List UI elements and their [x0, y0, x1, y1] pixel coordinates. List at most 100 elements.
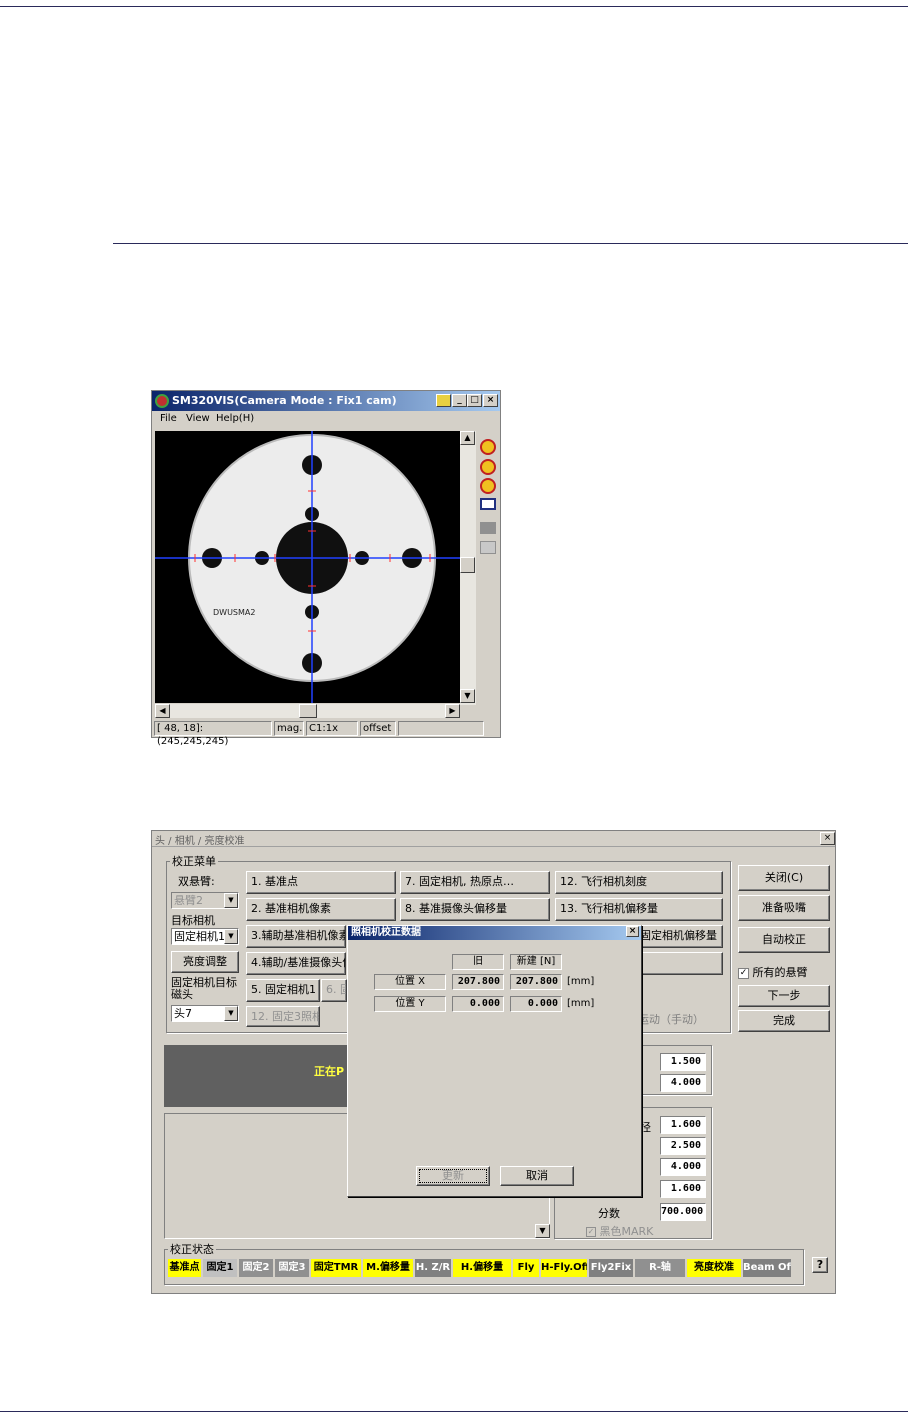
status-item: M.偏移量 [363, 1259, 413, 1277]
status-item: H-Fly.Off [541, 1259, 587, 1277]
row-x-unit: [mm] [567, 976, 595, 987]
banner-text-1: 正在P [314, 1065, 345, 1078]
brightness-adjust-button[interactable]: 亮度调整 [171, 951, 239, 973]
calibration-target-image: DWUSMA2 [155, 431, 466, 703]
menu-btn-4[interactable]: 4.辅助/基准摄像头偏 [246, 952, 346, 975]
status-item: 固定3 [275, 1259, 309, 1277]
horizontal-scrollbar[interactable]: ◀ ▶ [155, 704, 460, 718]
checkbox-check-icon[interactable]: ✓ [738, 967, 749, 979]
status-mag-label: mag. [274, 721, 304, 736]
modal-close-button[interactable]: × [626, 926, 639, 937]
status-item: 固定TMR [311, 1259, 361, 1277]
menu-btn-5[interactable]: 5. 固定相机1 [246, 979, 320, 1002]
zoom-fit-icon[interactable] [480, 478, 496, 494]
close-c-button[interactable]: 关闭(C) [738, 865, 830, 891]
menu-file[interactable]: File [160, 413, 177, 424]
param-value-4[interactable]: 2.500 [660, 1137, 706, 1155]
vertical-scrollbar[interactable]: ▲ ▼ [460, 431, 476, 705]
camera-view[interactable]: DWUSMA2 [155, 431, 466, 703]
param-value-3[interactable]: 1.600 [660, 1116, 706, 1134]
minimize-button[interactable]: _ [452, 394, 467, 407]
black-mark-label: 黑色MARK [599, 1225, 654, 1238]
cancel-button[interactable]: 取消 [500, 1166, 574, 1186]
zoom-in-icon[interactable] [480, 439, 496, 455]
camera-window-title: SM320VIS(Camera Mode : Fix1 cam) [172, 394, 397, 407]
fixed-camera-target-label: 固定相机目标磁头 [171, 976, 237, 1001]
status-blank [398, 721, 484, 736]
calibration-close-button[interactable]: × [820, 832, 835, 845]
status-coords: [ 48, 18]:(245,245,245) [154, 721, 272, 747]
gray-box-icon[interactable] [480, 522, 496, 534]
status-item: H.偏移量 [453, 1259, 511, 1277]
scroll-left-icon[interactable]: ◀ [155, 704, 170, 718]
log-scroll-down-icon[interactable]: ▼ [535, 1224, 550, 1238]
next-step-button[interactable]: 下一步 [738, 985, 830, 1007]
help-button[interactable]: ? [812, 1257, 828, 1273]
finish-button[interactable]: 完成 [738, 1010, 830, 1032]
rotate-icon[interactable] [480, 541, 496, 554]
row-y-old: 0.000 [452, 996, 504, 1012]
maximize-button[interactable]: □ [467, 394, 482, 407]
status-item: 固定2 [239, 1259, 273, 1277]
status-item: 亮度校准 [687, 1259, 741, 1277]
param-value-5[interactable]: 4.000 [660, 1158, 706, 1176]
app-icon [155, 394, 169, 408]
param-value-6[interactable]: 1.600 [660, 1180, 706, 1198]
chevron-down-icon[interactable]: ▼ [224, 1006, 238, 1021]
pin-icon[interactable] [436, 394, 451, 407]
param-value-2[interactable]: 4.000 [660, 1074, 706, 1092]
scroll-hthumb[interactable] [299, 704, 317, 718]
camera-calibration-data-modal: 照相机校正数据 × 旧 新建 [N] 位置 X 207.800 207.800 … [347, 925, 642, 1197]
status-item: H. Z/R [415, 1259, 451, 1277]
col-new-header: 新建 [N] [510, 954, 562, 970]
prepare-nozzle-button[interactable]: 准备吸嘴 [738, 895, 830, 921]
black-mark-checkbox[interactable]: ✓ 黑色MARK [586, 1223, 653, 1239]
menu-btn-12-fly[interactable]: 12. 飞行相机刻度 [555, 871, 723, 894]
close-button[interactable]: × [483, 394, 498, 407]
menu-view[interactable]: View [186, 413, 210, 424]
menu-btn-3[interactable]: 3.辅助基准相机像素 [246, 925, 346, 948]
chevron-down-icon[interactable]: ▼ [224, 893, 238, 908]
target-camera-select[interactable]: 固定相机1 ▼ [171, 928, 239, 945]
menu-btn-12-fix3[interactable]: 12. 固定3照相 [246, 1006, 320, 1027]
row-x-label: 位置 X [374, 974, 446, 990]
status-item: 基准点 [168, 1259, 201, 1277]
row-y-label: 位置 Y [374, 996, 446, 1012]
menu-group-label: 校正菜单 [170, 853, 218, 869]
camera-titlebar: SM320VIS(Camera Mode : Fix1 cam) _ □ × [152, 391, 500, 411]
all-arms-checkbox[interactable]: ✓ 所有的悬臂 [738, 964, 808, 980]
zoom-out-icon[interactable] [480, 459, 496, 475]
head-select[interactable]: 头7 ▼ [171, 1005, 239, 1022]
scroll-thumb[interactable] [460, 557, 475, 573]
chevron-down-icon[interactable]: ▼ [224, 929, 238, 944]
status-mag-value: C1:1x [306, 721, 358, 736]
scroll-up-icon[interactable]: ▲ [460, 431, 475, 445]
row-y-unit: [mm] [567, 998, 595, 1009]
menu-btn-6[interactable]: 6. 固 [321, 979, 347, 1002]
dual-arm-select[interactable]: 悬臂2 ▼ [171, 892, 239, 909]
menu-btn-8[interactable]: 8. 基准摄像头偏移量 [400, 898, 550, 921]
bottom-rule [0, 1411, 908, 1412]
calibration-dialog: 头 / 相机 / 亮度校准 × 校正菜单 双悬臂: 悬臂2 ▼ 目标相机 固定相机… [151, 830, 836, 1294]
status-item: 固定1 [203, 1259, 237, 1277]
window-icon[interactable] [480, 498, 496, 510]
checkbox-check-icon[interactable]: ✓ [586, 1227, 596, 1237]
scroll-right-icon[interactable]: ▶ [445, 704, 460, 718]
target-camera-label: 目标相机 [171, 914, 215, 927]
menu-btn-13[interactable]: 13. 飞行相机偏移量 [555, 898, 723, 921]
auto-calibrate-button[interactable]: 自动校正 [738, 927, 830, 953]
camera-menubar: File View Help(H) [152, 411, 500, 428]
menu-btn-2[interactable]: 2. 基准相机像素 [246, 898, 396, 921]
update-button[interactable]: 更新 [416, 1166, 490, 1186]
menu-btn-1[interactable]: 1. 基准点 [246, 871, 396, 894]
section-rule [113, 243, 908, 244]
menu-help[interactable]: Help(H) [216, 413, 254, 424]
calibration-title: 头 / 相机 / 亮度校准 [155, 836, 245, 847]
menu-btn-7[interactable]: 7. 固定相机, 热原点… [400, 871, 550, 894]
status-item: Fly [513, 1259, 539, 1277]
param-value-1[interactable]: 1.500 [660, 1053, 706, 1071]
score-value[interactable]: 700.000 [660, 1203, 706, 1221]
modal-titlebar: 照相机校正数据 × [348, 926, 641, 940]
top-rule [0, 6, 908, 7]
scroll-down-icon[interactable]: ▼ [460, 689, 475, 703]
